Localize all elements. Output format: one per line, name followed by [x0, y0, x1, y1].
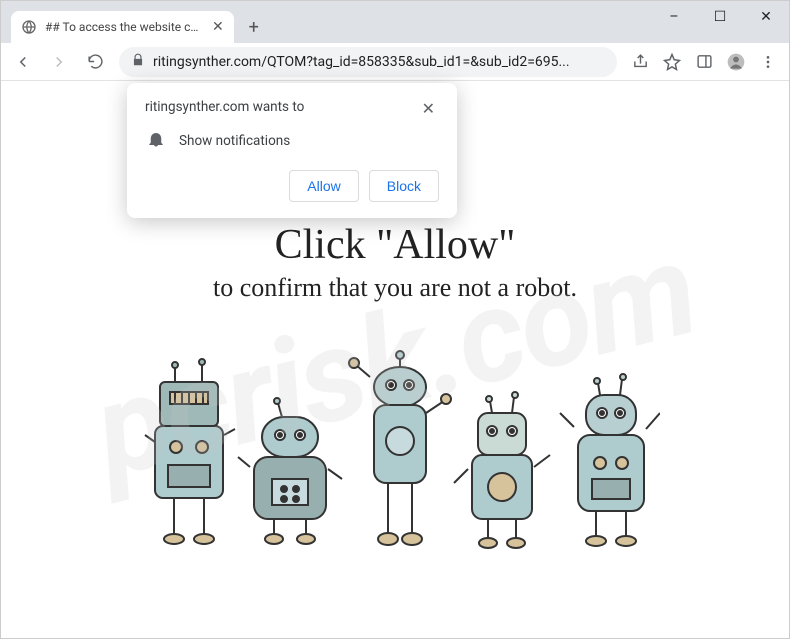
page-subline: to confirm that you are not a robot.	[1, 273, 789, 303]
titlebar: ## To access the website click the ✕ + –…	[1, 1, 789, 43]
reload-button[interactable]	[79, 46, 111, 78]
window-controls: – ☐ ✕	[651, 1, 789, 35]
bell-icon	[147, 130, 165, 152]
profile-avatar-icon[interactable]	[721, 46, 751, 78]
notification-permission-dialog: ritingsynther.com wants to ✕ Show notifi…	[127, 83, 457, 218]
forward-button[interactable]	[43, 46, 75, 78]
side-panel-icon[interactable]	[689, 46, 719, 78]
globe-icon	[21, 19, 37, 35]
close-window-button[interactable]: ✕	[743, 1, 789, 33]
maximize-button[interactable]: ☐	[697, 1, 743, 33]
new-tab-button[interactable]: +	[240, 13, 268, 41]
block-button[interactable]: Block	[369, 170, 439, 202]
permission-item-text: Show notifications	[179, 133, 290, 149]
allow-button[interactable]: Allow	[289, 170, 358, 202]
share-icon[interactable]	[625, 46, 655, 78]
lock-icon	[131, 53, 145, 71]
page-headline: Click "Allow"	[1, 221, 789, 269]
permission-domain-text: ritingsynther.com wants to	[145, 99, 418, 115]
address-bar[interactable]: ritingsynther.com/QTOM?tag_id=858335&sub…	[119, 47, 617, 77]
toolbar-right	[625, 46, 783, 78]
navbar: ritingsynther.com/QTOM?tag_id=858335&sub…	[1, 43, 789, 81]
robots-illustration	[1, 347, 789, 567]
tab-title: ## To access the website click the	[45, 20, 200, 34]
minimize-button[interactable]: –	[651, 1, 697, 33]
menu-kebab-icon[interactable]	[753, 46, 783, 78]
tab-close-icon[interactable]: ✕	[212, 19, 224, 35]
permission-close-icon[interactable]: ✕	[418, 99, 439, 118]
browser-tab[interactable]: ## To access the website click the ✕	[11, 11, 234, 43]
bookmark-star-icon[interactable]	[657, 46, 687, 78]
url-text: ritingsynther.com/QTOM?tag_id=858335&sub…	[153, 54, 605, 70]
back-button[interactable]	[7, 46, 39, 78]
